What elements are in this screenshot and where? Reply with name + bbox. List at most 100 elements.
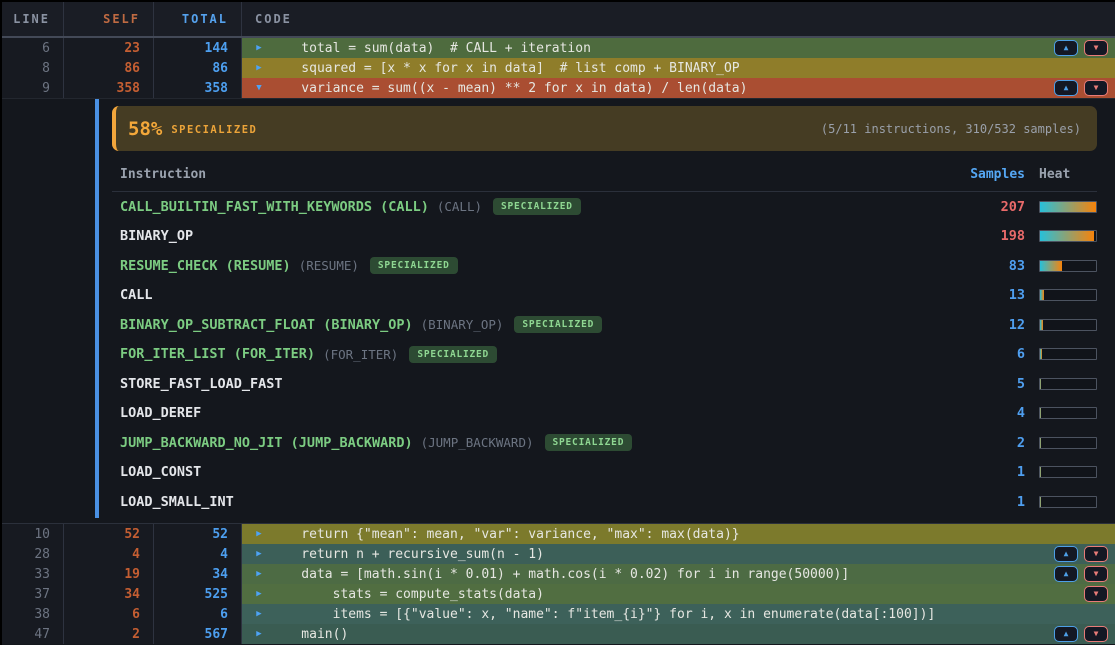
code-cell[interactable]: ▶ main()▲▼ xyxy=(242,624,1115,644)
total-samples-value: 86 xyxy=(154,58,242,78)
profiler-window: LINE SELF TOTAL CODE 623144▶ total = sum… xyxy=(0,0,1115,645)
heat-bar-fill xyxy=(1040,349,1042,359)
instruction-row: JUMP_BACKWARD_NO_JIT (JUMP_BACKWARD)(JUM… xyxy=(112,428,1097,458)
next-occurrence-button[interactable]: ▼ xyxy=(1084,80,1108,96)
prev-occurrence-button[interactable]: ▲ xyxy=(1054,80,1078,96)
expand-icon[interactable]: ▶ xyxy=(248,610,270,619)
total-samples-value: 567 xyxy=(154,624,242,644)
code-line-row: 3734525▶ stats = compute_stats(data)▼ xyxy=(2,584,1115,604)
instruction-row: LOAD_SMALL_INT1 xyxy=(112,487,1097,517)
next-occurrence-button[interactable]: ▼ xyxy=(1084,586,1108,602)
prev-occurrence-button[interactable]: ▲ xyxy=(1054,40,1078,56)
expand-icon[interactable]: ▶ xyxy=(248,630,270,639)
expand-icon[interactable]: ▶ xyxy=(248,44,270,53)
heat-bar xyxy=(1039,289,1097,301)
down-arrow-icon: ▼ xyxy=(1094,630,1099,638)
total-samples-value: 52 xyxy=(154,524,242,544)
code-cell[interactable]: ▶ total = sum(data) # CALL + iteration▲▼ xyxy=(242,38,1115,58)
instruction-name: LOAD_DEREF xyxy=(120,405,201,421)
self-samples-value: 23 xyxy=(64,38,154,58)
expand-icon[interactable]: ▶ xyxy=(248,64,270,73)
total-samples-value: 144 xyxy=(154,38,242,58)
instruction-table-header: Instruction Samples Heat xyxy=(112,167,1097,192)
next-occurrence-button[interactable]: ▼ xyxy=(1084,40,1108,56)
heat-bar xyxy=(1039,201,1097,213)
self-samples-value: 86 xyxy=(64,58,154,78)
up-arrow-icon: ▲ xyxy=(1064,550,1069,558)
code-cell[interactable]: ▼ variance = sum((x - mean) ** 2 for x i… xyxy=(242,78,1115,98)
prev-occurrence-button[interactable]: ▲ xyxy=(1054,626,1078,642)
collapse-icon[interactable]: ▼ xyxy=(248,84,270,93)
code-rows-bottom: 105252▶ return {"mean": mean, "var": var… xyxy=(2,524,1115,644)
specialized-badge: SPECIALIZED xyxy=(493,198,581,215)
specialized-badge: SPECIALIZED xyxy=(514,316,602,333)
instruction-name: STORE_FAST_LOAD_FAST xyxy=(120,376,283,392)
heat-bar-fill xyxy=(1040,202,1096,212)
next-occurrence-button[interactable]: ▼ xyxy=(1084,626,1108,642)
expand-icon[interactable]: ▶ xyxy=(248,570,270,579)
line-number: 33 xyxy=(2,564,64,584)
instruction-row: CALL_BUILTIN_FAST_WITH_KEYWORDS (CALL) (C… xyxy=(112,192,1097,222)
heat-bar-fill xyxy=(1040,438,1041,448)
next-occurrence-button[interactable]: ▼ xyxy=(1084,546,1108,562)
instruction-name: CALL_BUILTIN_FAST_WITH_KEYWORDS (CALL) xyxy=(120,199,429,215)
code-cell[interactable]: ▶ return {"mean": mean, "var": variance,… xyxy=(242,524,1115,544)
total-samples-value: 4 xyxy=(154,544,242,564)
heat-bar xyxy=(1039,319,1097,331)
instruction-name: LOAD_CONST xyxy=(120,464,201,480)
instruction-name: JUMP_BACKWARD_NO_JIT (JUMP_BACKWARD) xyxy=(120,435,413,451)
heat-bar-fill xyxy=(1040,408,1041,418)
specialized-percent-label: SPECIALIZED xyxy=(171,124,257,136)
instruction-row: LOAD_CONST1 xyxy=(112,458,1097,488)
line-number: 28 xyxy=(2,544,64,564)
occurrence-nav-buttons: ▲▼ xyxy=(1054,40,1115,56)
code-cell[interactable]: ▶ items = [{"value": x, "name": f"item_{… xyxy=(242,604,1115,624)
code-cell[interactable]: ▶ stats = compute_stats(data)▼ xyxy=(242,584,1115,604)
samples-count: 13 xyxy=(955,287,1025,303)
column-header-heat: Heat xyxy=(1039,167,1097,182)
self-samples-value: 6 xyxy=(64,604,154,624)
heat-bar xyxy=(1039,230,1097,242)
code-cell[interactable]: ▶ squared = [x * x for x in data] # list… xyxy=(242,58,1115,78)
heat-bar-fill xyxy=(1040,261,1062,271)
expansion-marker-line xyxy=(95,99,99,518)
heat-bar xyxy=(1039,348,1097,360)
column-header-instruction: Instruction xyxy=(120,167,206,182)
prev-occurrence-button[interactable]: ▲ xyxy=(1054,546,1078,562)
heat-bar-fill xyxy=(1040,379,1041,389)
expand-icon[interactable]: ▶ xyxy=(248,550,270,559)
heat-bar xyxy=(1039,437,1097,449)
base-instruction-name: (CALL) xyxy=(437,199,482,214)
down-arrow-icon: ▼ xyxy=(1094,550,1099,558)
specialization-banner: 58% SPECIALIZED (5/11 instructions, 310/… xyxy=(112,106,1097,151)
specialized-badge: SPECIALIZED xyxy=(370,257,458,274)
self-samples-value: 52 xyxy=(64,524,154,544)
instruction-row: FOR_ITER_LIST (FOR_ITER)(FOR_ITER)SPECIA… xyxy=(112,340,1097,370)
total-samples-value: 525 xyxy=(154,584,242,604)
self-samples-value: 19 xyxy=(64,564,154,584)
down-arrow-icon: ▼ xyxy=(1094,44,1099,52)
code-cell[interactable]: ▶ return n + recursive_sum(n - 1) ▲ ▼ xyxy=(242,544,1115,564)
heat-bar xyxy=(1039,378,1097,390)
down-arrow-icon: ▼ xyxy=(1094,84,1099,92)
table-header: LINE SELF TOTAL CODE xyxy=(2,2,1115,38)
next-occurrence-button[interactable]: ▼ xyxy=(1084,566,1108,582)
instruction-row: CALL13 xyxy=(112,281,1097,311)
self-samples-value: 4 xyxy=(64,544,154,564)
specialization-detail: (5/11 instructions, 310/532 samples) xyxy=(821,122,1081,136)
code-rows-top: 623144▶ total = sum(data) # CALL + itera… xyxy=(2,38,1115,98)
instruction-name: BINARY_OP xyxy=(120,228,193,244)
heat-bar-fill xyxy=(1040,497,1041,507)
instruction-name: LOAD_SMALL_INT xyxy=(120,494,234,510)
prev-occurrence-button[interactable]: ▲ xyxy=(1054,566,1078,582)
heat-bar-fill xyxy=(1040,467,1041,477)
expand-icon[interactable]: ▶ xyxy=(248,530,270,539)
base-instruction-name: (FOR_ITER) xyxy=(323,347,398,362)
specialized-percent: 58% xyxy=(128,118,162,140)
source-code-text: return n + recursive_sum(n - 1) xyxy=(270,547,1054,562)
expand-icon[interactable]: ▶ xyxy=(248,590,270,599)
instruction-name: BINARY_OP_SUBTRACT_FLOAT (BINARY_OP) xyxy=(120,317,413,333)
line-number: 9 xyxy=(2,78,64,98)
code-cell[interactable]: ▶ data = [math.sin(i * 0.01) + math.cos(… xyxy=(242,564,1115,584)
line-number: 8 xyxy=(2,58,64,78)
